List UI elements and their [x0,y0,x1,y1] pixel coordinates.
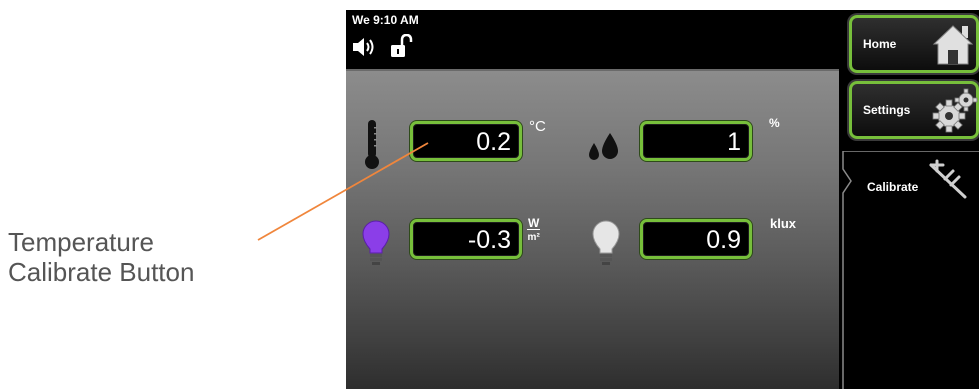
annotation-pointer-line [257,142,429,241]
